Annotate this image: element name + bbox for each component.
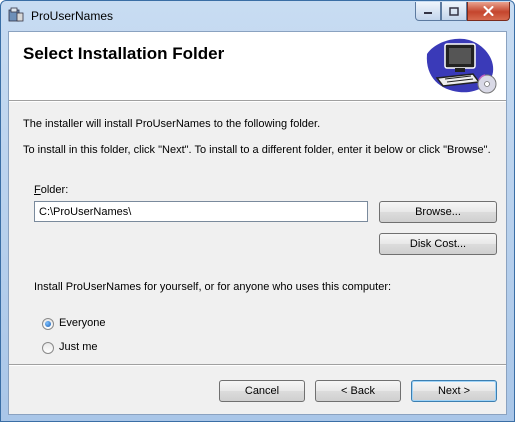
everyone-radio[interactable] (42, 318, 54, 330)
window-title: ProUserNames (31, 9, 114, 23)
maximize-icon (449, 6, 459, 16)
title-bar[interactable]: ProUserNames (1, 1, 514, 31)
folder-label-mnemonic: F (34, 184, 41, 196)
back-button[interactable]: < Back (315, 380, 401, 402)
folder-path-input[interactable] (34, 201, 368, 222)
everyone-radio-label[interactable]: Everyone (59, 317, 105, 329)
folder-label: Folder: (34, 184, 68, 196)
banner-separator (9, 101, 506, 102)
disk-cost-button[interactable]: Disk Cost... (379, 233, 497, 255)
just-me-radio-label[interactable]: Just me (59, 341, 98, 353)
next-button[interactable]: Next > (411, 380, 497, 402)
just-me-radio[interactable] (42, 342, 54, 354)
page-title: Select Installation Folder (23, 44, 225, 63)
close-button[interactable] (467, 2, 510, 21)
instructions-text: To install in this folder, click "Next".… (23, 144, 491, 156)
header-banner: Select Installation Folder (9, 32, 506, 101)
install-scope-question: Install ProUserNames for yourself, or fo… (34, 281, 392, 293)
dialog-client-area: Select Installation Folder The installer… (8, 31, 507, 415)
intro-text: The installer will install ProUserNames … (23, 118, 321, 130)
maximize-button[interactable] (441, 2, 467, 21)
close-icon (483, 6, 494, 16)
installer-app-icon (8, 7, 24, 22)
browse-button[interactable]: Browse... (379, 201, 497, 223)
minimize-button[interactable] (415, 2, 441, 21)
folder-label-rest: older: (40, 184, 69, 196)
minimize-icon (424, 12, 432, 14)
installer-window: ProUserNames Select Installation Folder (0, 0, 515, 422)
cancel-button[interactable]: Cancel (219, 380, 305, 402)
computer-setup-icon (426, 38, 497, 94)
footer-separator-highlight (9, 365, 506, 366)
